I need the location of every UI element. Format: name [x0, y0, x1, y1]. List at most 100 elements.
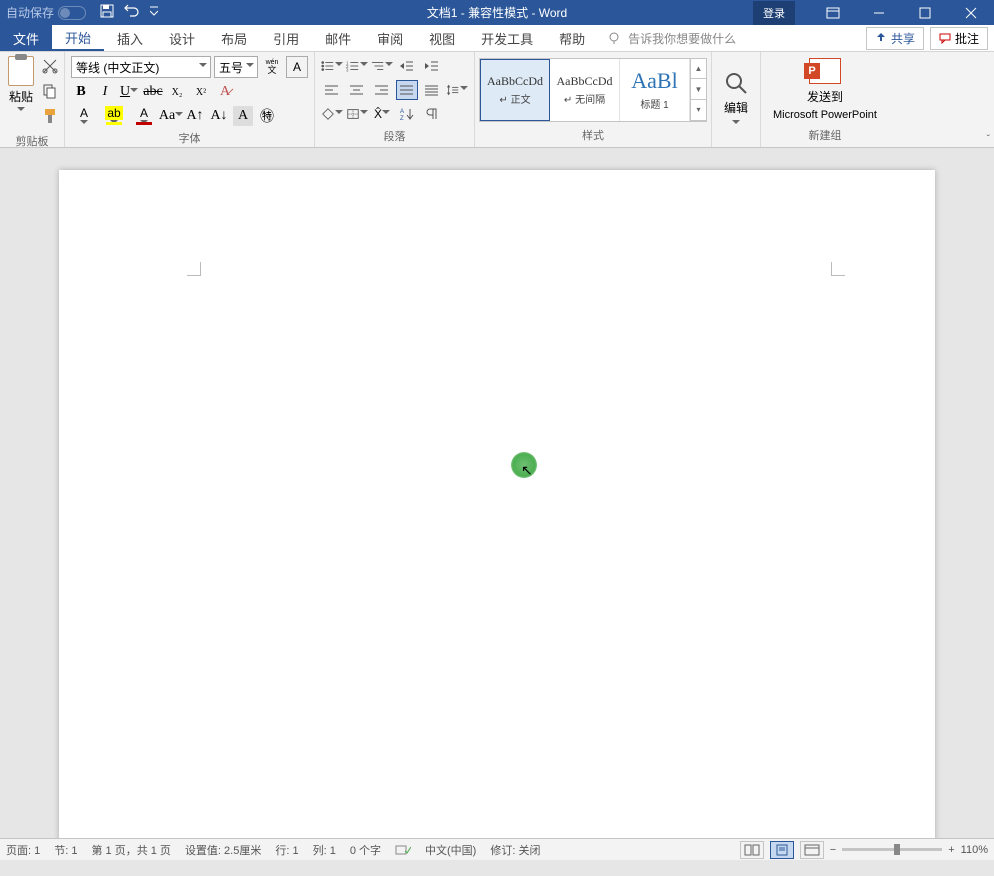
- zoom-level[interactable]: 110%: [961, 844, 988, 856]
- status-track[interactable]: 修订: 关闭: [490, 842, 540, 858]
- grow-font-button[interactable]: A↑: [185, 106, 205, 126]
- gallery-up-icon[interactable]: ▲: [691, 59, 706, 80]
- ribbon-display-icon[interactable]: [810, 0, 856, 25]
- tab-view[interactable]: 视图: [416, 25, 468, 51]
- tab-developer[interactable]: 开发工具: [468, 25, 546, 51]
- view-print-icon[interactable]: [770, 841, 794, 859]
- align-distribute-button[interactable]: [421, 80, 443, 100]
- save-icon[interactable]: [100, 4, 114, 21]
- char-shading-button[interactable]: A: [233, 106, 253, 126]
- gallery-more-icon[interactable]: ▾: [691, 100, 706, 121]
- copy-button[interactable]: [42, 83, 58, 102]
- tab-help[interactable]: 帮助: [546, 25, 598, 51]
- status-words[interactable]: 0 个字: [350, 842, 381, 858]
- align-left-button[interactable]: [321, 80, 343, 100]
- page[interactable]: ↖: [59, 170, 935, 838]
- font-size-combo[interactable]: 五号: [214, 56, 258, 78]
- shading-button[interactable]: [321, 104, 343, 124]
- subscript-button[interactable]: X₂: [167, 82, 187, 102]
- chevron-down-icon: [199, 63, 207, 71]
- strikethrough-button[interactable]: abc: [143, 82, 163, 102]
- send-target-label: Microsoft PowerPoint: [773, 109, 877, 121]
- status-line[interactable]: 行: 1: [275, 842, 298, 858]
- text-effects-button[interactable]: A: [71, 106, 97, 126]
- status-spellcheck-icon[interactable]: [395, 843, 411, 857]
- maximize-icon[interactable]: [902, 0, 948, 25]
- style-heading1[interactable]: AaBl 标题 1: [620, 59, 690, 121]
- tab-design[interactable]: 设计: [156, 25, 208, 51]
- align-center-button[interactable]: [346, 80, 368, 100]
- sort-button[interactable]: AZ: [396, 104, 418, 124]
- multilevel-list-button[interactable]: [371, 56, 393, 76]
- paragraph-group-label: 段落: [319, 126, 470, 146]
- cut-button[interactable]: [42, 58, 58, 77]
- zoom-out-button[interactable]: −: [830, 844, 836, 856]
- tab-file[interactable]: 文件: [0, 25, 52, 51]
- paste-button[interactable]: 粘贴: [4, 54, 38, 117]
- gallery-down-icon[interactable]: ▼: [691, 79, 706, 100]
- status-position[interactable]: 设置值: 2.5厘米: [185, 842, 261, 858]
- tab-review[interactable]: 审阅: [364, 25, 416, 51]
- undo-icon[interactable]: [124, 4, 140, 21]
- send-to-ppt-button[interactable]: 发送到 Microsoft PowerPoint: [765, 54, 885, 125]
- asian-layout-button[interactable]: X̂: [371, 104, 393, 124]
- enclose-char-button[interactable]: ㊕: [257, 106, 277, 126]
- style-nospacing[interactable]: AaBbCcDd ↵ 无间隔: [550, 59, 620, 121]
- underline-button[interactable]: U: [119, 82, 139, 102]
- status-column[interactable]: 列: 1: [313, 842, 336, 858]
- tab-layout[interactable]: 布局: [208, 25, 260, 51]
- font-name-combo[interactable]: 等线 (中文正文): [71, 56, 211, 78]
- align-justify-button[interactable]: [396, 80, 418, 100]
- status-section[interactable]: 节: 1: [54, 842, 77, 858]
- group-edit: 编辑: [712, 52, 761, 147]
- borders-button[interactable]: [346, 104, 368, 124]
- increase-indent-button[interactable]: [421, 56, 443, 76]
- decrease-indent-button[interactable]: [396, 56, 418, 76]
- change-case-button[interactable]: Aa: [161, 106, 181, 126]
- autosave-toggle[interactable]: 自动保存: [0, 4, 92, 21]
- qat-customize-icon[interactable]: [150, 5, 158, 20]
- zoom-in-button[interactable]: +: [948, 844, 954, 856]
- line-spacing-button[interactable]: [446, 80, 468, 100]
- font-color-button[interactable]: A: [131, 106, 157, 126]
- zoom-thumb[interactable]: [894, 844, 900, 855]
- edit-label[interactable]: 编辑: [724, 99, 748, 116]
- status-page[interactable]: 页面: 1: [6, 842, 40, 858]
- align-right-button[interactable]: [371, 80, 393, 100]
- style-normal[interactable]: AaBbCcDd ↵ 正文: [480, 59, 550, 121]
- chevron-down-icon: [385, 62, 393, 70]
- zoom-slider[interactable]: [842, 848, 942, 851]
- status-language[interactable]: 中文(中国): [425, 842, 476, 858]
- tab-mailings[interactable]: 邮件: [312, 25, 364, 51]
- shrink-font-button[interactable]: A↓: [209, 106, 229, 126]
- login-button[interactable]: 登录: [753, 1, 795, 25]
- format-painter-button[interactable]: [42, 108, 58, 127]
- tab-home[interactable]: 开始: [52, 25, 104, 51]
- status-pages[interactable]: 第 1 页，共 1 页: [91, 842, 170, 858]
- minimize-icon[interactable]: [856, 0, 902, 25]
- share-button[interactable]: 共享: [866, 27, 924, 50]
- highlight-button[interactable]: ab: [101, 106, 127, 126]
- italic-button[interactable]: I: [95, 82, 115, 102]
- numbering-button[interactable]: 123: [346, 56, 368, 76]
- find-icon[interactable]: [724, 71, 748, 95]
- show-marks-button[interactable]: [421, 104, 443, 124]
- tell-me-search[interactable]: 告诉我你想要做什么: [608, 25, 736, 51]
- font-size-value: 五号: [219, 59, 243, 76]
- char-border-button[interactable]: A: [286, 56, 308, 78]
- view-web-icon[interactable]: [800, 841, 824, 859]
- superscript-button[interactable]: X²: [191, 82, 211, 102]
- tab-insert[interactable]: 插入: [104, 25, 156, 51]
- paste-label: 粘贴: [9, 88, 33, 105]
- chevron-down-icon: [335, 62, 343, 70]
- tab-references[interactable]: 引用: [260, 25, 312, 51]
- collapse-ribbon-icon[interactable]: ˇ: [987, 134, 990, 145]
- bullets-button[interactable]: [321, 56, 343, 76]
- bold-button[interactable]: B: [71, 82, 91, 102]
- clear-format-button[interactable]: A̷: [215, 82, 235, 102]
- phonetic-guide-button[interactable]: wén文: [261, 56, 283, 78]
- view-read-icon[interactable]: [740, 841, 764, 859]
- comments-button[interactable]: 批注: [930, 27, 988, 50]
- close-icon[interactable]: [948, 0, 994, 25]
- document-area[interactable]: ↖: [0, 148, 994, 838]
